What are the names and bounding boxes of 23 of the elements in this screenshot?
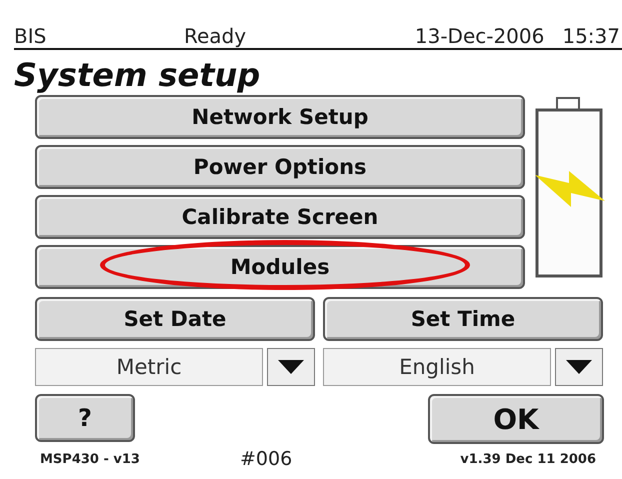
set-button[interactable]: Set Date	[35, 297, 315, 341]
date-text: 13-Dec-2006	[414, 26, 544, 46]
menu-button[interactable]: Modules	[35, 245, 525, 289]
dropdown-field[interactable]: Metric	[35, 348, 263, 386]
version-text: v1.39 Dec 11 2006	[460, 452, 596, 466]
page-title: System setup	[14, 58, 262, 92]
menu-button[interactable]: Calibrate Screen	[35, 195, 525, 239]
menu-button[interactable]: Power Options	[35, 145, 525, 189]
dropdown-button[interactable]	[267, 348, 315, 386]
menu-button[interactable]: Network Setup	[35, 95, 525, 139]
set-button[interactable]: Set Time	[323, 297, 603, 341]
time-text: 15:37	[562, 26, 620, 46]
model-text: MSP430 - v13	[40, 452, 141, 466]
app-name: BIS	[14, 26, 48, 46]
dropdown-button[interactable]	[555, 348, 603, 386]
status-text: Ready	[184, 26, 248, 46]
caret-icon	[277, 359, 305, 375]
help-button[interactable]: ?	[35, 394, 135, 442]
number-text: #006	[240, 448, 292, 470]
dropdown-field[interactable]: English	[323, 348, 551, 386]
ok-button[interactable]: OK	[428, 394, 604, 444]
battery-icon	[535, 97, 605, 279]
caret-icon	[565, 359, 593, 375]
